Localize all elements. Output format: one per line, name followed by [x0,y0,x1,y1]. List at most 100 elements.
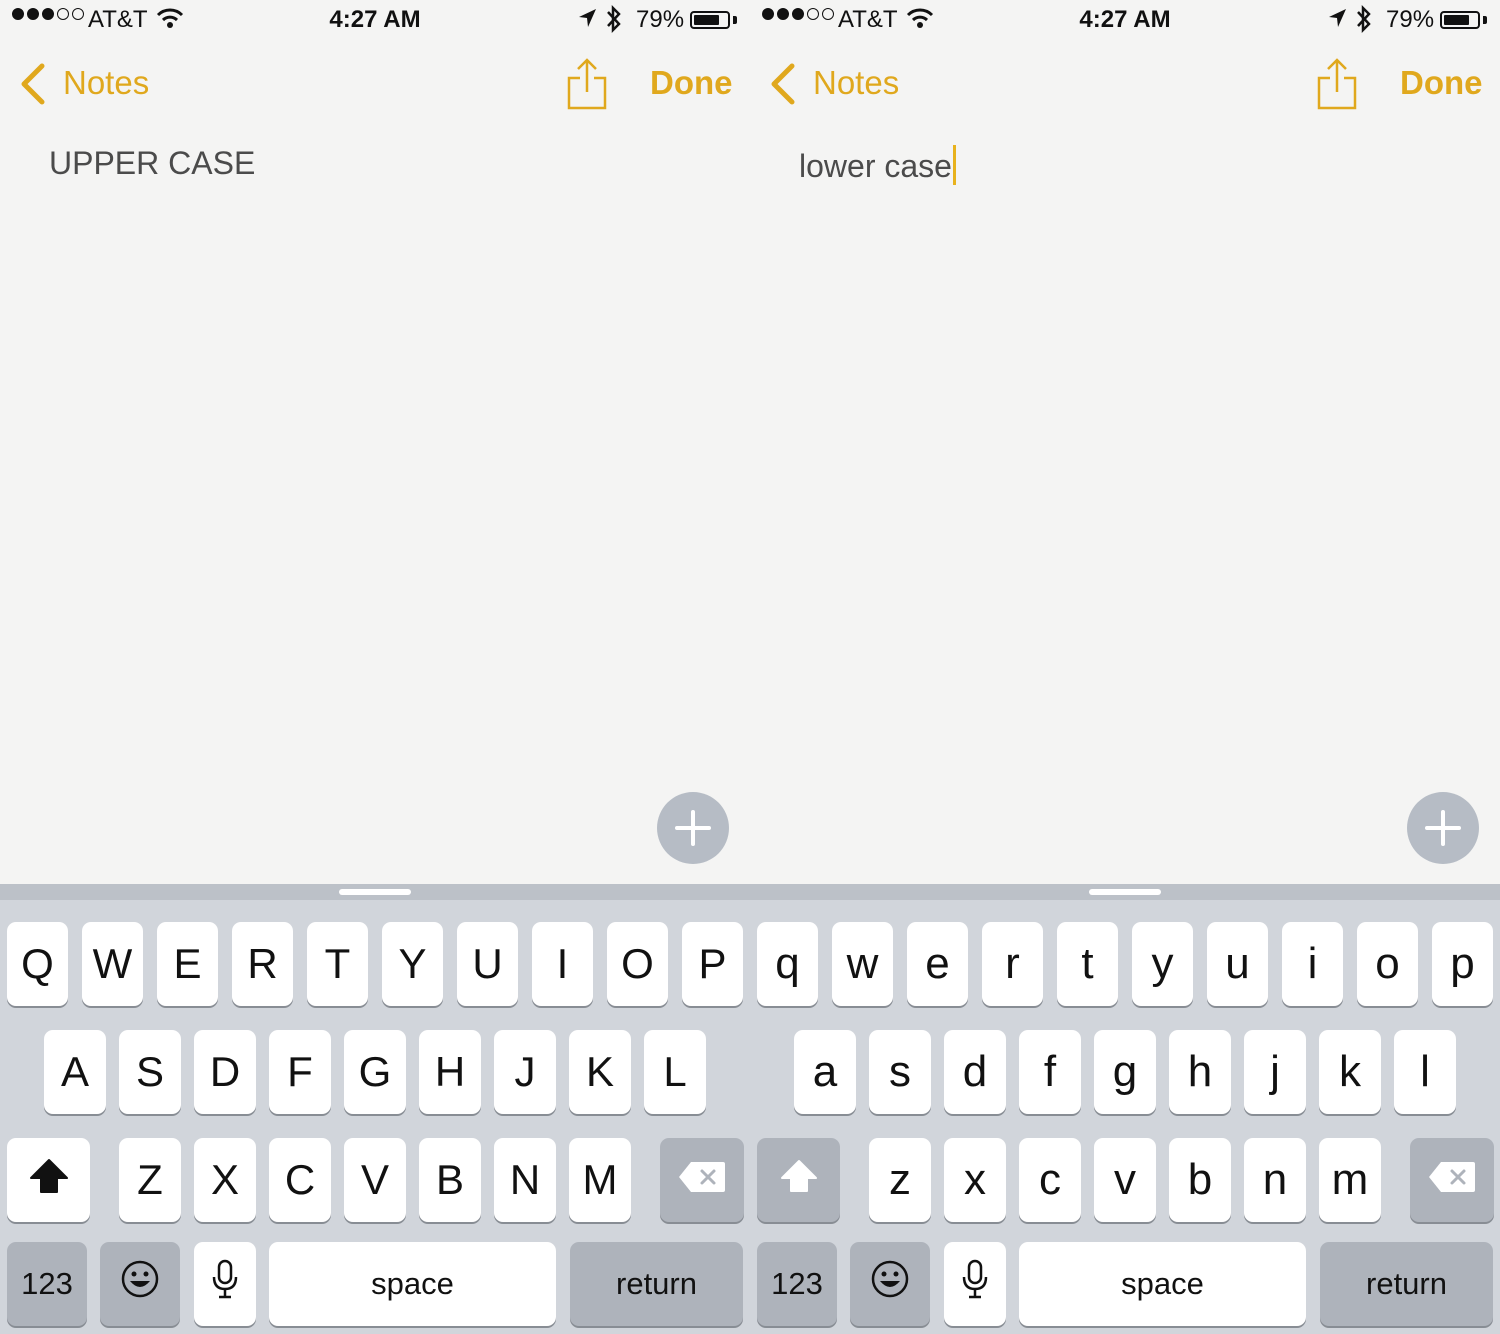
return-key[interactable]: return [1320,1242,1493,1326]
key-j[interactable]: j [1244,1030,1306,1114]
note-body[interactable]: lower case [799,145,956,185]
key-F[interactable]: F [269,1030,331,1114]
nav-bar: Notes Done [0,52,750,116]
key-y[interactable]: y [1132,922,1193,1006]
key-C[interactable]: C [269,1138,331,1222]
note-body[interactable]: UPPER CASE [49,145,255,182]
shift-icon [779,1156,819,1204]
space-key[interactable]: space [269,1242,556,1326]
key-s[interactable]: s [869,1030,931,1114]
bluetooth-icon [1354,4,1374,41]
key-W[interactable]: W [82,922,143,1006]
notes-screen-upper: AT&T 4:27 AM 79% Notes Done UPPER CASE Q… [0,0,750,1334]
keyboard-grabber[interactable] [750,884,1500,900]
key-m[interactable]: m [1319,1138,1381,1222]
key-t[interactable]: t [1057,922,1118,1006]
shift-key[interactable] [757,1138,840,1222]
battery-percent: 79% [636,6,685,33]
add-attachment-button[interactable] [657,792,729,864]
key-M[interactable]: M [569,1138,631,1222]
key-v[interactable]: v [1094,1138,1156,1222]
back-button[interactable]: Notes [813,64,899,102]
key-p[interactable]: p [1432,922,1493,1006]
emoji-icon [120,1259,160,1309]
share-icon[interactable] [565,56,609,117]
key-B[interactable]: B [419,1138,481,1222]
microphone-icon [211,1258,239,1310]
key-D[interactable]: D [194,1030,256,1114]
back-chevron-icon[interactable] [768,62,798,111]
key-l[interactable]: l [1394,1030,1456,1114]
key-O[interactable]: O [607,922,668,1006]
numbers-key[interactable]: 123 [7,1242,87,1326]
key-V[interactable]: V [344,1138,406,1222]
return-key[interactable]: return [570,1242,743,1326]
key-Z[interactable]: Z [119,1138,181,1222]
key-X[interactable]: X [194,1138,256,1222]
key-n[interactable]: n [1244,1138,1306,1222]
key-N[interactable]: N [494,1138,556,1222]
key-P[interactable]: P [682,922,743,1006]
bluetooth-icon [604,4,624,41]
emoji-key[interactable] [850,1242,930,1326]
key-A[interactable]: A [44,1030,106,1114]
share-icon[interactable] [1315,56,1359,117]
battery-icon [690,11,730,29]
numbers-key[interactable]: 123 [757,1242,837,1326]
key-T[interactable]: T [307,922,368,1006]
battery-percent: 79% [1386,6,1435,33]
delete-key[interactable] [1410,1138,1494,1222]
key-w[interactable]: w [832,922,893,1006]
key-G[interactable]: G [344,1030,406,1114]
location-arrow-icon [576,6,598,37]
key-r[interactable]: r [982,922,1043,1006]
keyboard: q w e r t y u i o p a s d f g h j k l z x c v b n m 123 space return [750,884,1500,1334]
key-o[interactable]: o [1357,922,1418,1006]
done-button[interactable]: Done [1400,64,1483,102]
key-g[interactable]: g [1094,1030,1156,1114]
emoji-key[interactable] [100,1242,180,1326]
key-R[interactable]: R [232,922,293,1006]
backspace-icon [1427,1156,1477,1204]
keyboard: Q W E R T Y U I O P A S D F G H J K L Z X C V B N M 123 space return [0,884,750,1334]
back-button[interactable]: Notes [63,64,149,102]
nav-bar: Notes Done [750,52,1500,116]
keyboard-grabber[interactable] [0,884,750,900]
key-Q[interactable]: Q [7,922,68,1006]
status-bar: AT&T 4:27 AM 79% [0,0,750,40]
key-H[interactable]: H [419,1030,481,1114]
backspace-icon [677,1156,727,1204]
key-f[interactable]: f [1019,1030,1081,1114]
key-I[interactable]: I [532,922,593,1006]
key-c[interactable]: c [1019,1138,1081,1222]
shift-key[interactable] [7,1138,90,1222]
dictation-key[interactable] [944,1242,1006,1326]
key-z[interactable]: z [869,1138,931,1222]
key-h[interactable]: h [1169,1030,1231,1114]
key-d[interactable]: d [944,1030,1006,1114]
done-button[interactable]: Done [650,64,733,102]
key-E[interactable]: E [157,922,218,1006]
dictation-key[interactable] [194,1242,256,1326]
notes-screen-lower: AT&T 4:27 AM 79% Notes Done lower case q… [750,0,1500,1334]
key-k[interactable]: k [1319,1030,1381,1114]
key-u[interactable]: u [1207,922,1268,1006]
key-x[interactable]: x [944,1138,1006,1222]
key-Y[interactable]: Y [382,922,443,1006]
key-U[interactable]: U [457,922,518,1006]
space-key[interactable]: space [1019,1242,1306,1326]
key-e[interactable]: e [907,922,968,1006]
key-a[interactable]: a [794,1030,856,1114]
back-chevron-icon[interactable] [18,62,48,111]
note-text: UPPER CASE [49,145,256,181]
key-q[interactable]: q [757,922,818,1006]
battery-icon [1440,11,1480,29]
delete-key[interactable] [660,1138,744,1222]
key-J[interactable]: J [494,1030,556,1114]
key-b[interactable]: b [1169,1138,1231,1222]
key-L[interactable]: L [644,1030,706,1114]
key-S[interactable]: S [119,1030,181,1114]
key-i[interactable]: i [1282,922,1343,1006]
add-attachment-button[interactable] [1407,792,1479,864]
key-K[interactable]: K [569,1030,631,1114]
